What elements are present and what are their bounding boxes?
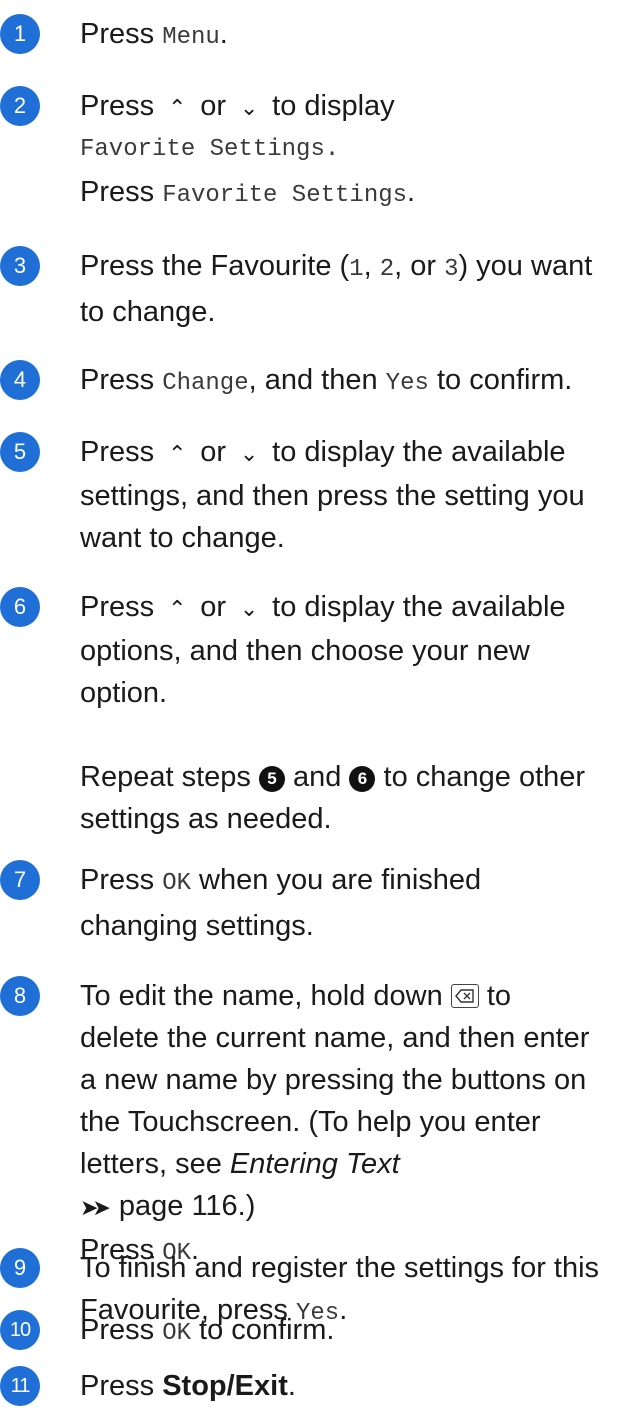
step-text: Press Menu. [80, 18, 228, 51]
step-number: 2 [0, 86, 40, 126]
step-number: 5 [0, 432, 40, 472]
chevron-down-icon: ⌄ [239, 596, 259, 621]
step-text: Press Stop/Exit. [80, 1370, 296, 1402]
step-number: 7 [0, 860, 40, 900]
step-number: 8 [0, 976, 40, 1016]
step-text: Press OK when you are finished changing … [80, 864, 482, 942]
chevron-up-icon: ⌃ [167, 441, 187, 466]
chevron-up-icon: ⌃ [167, 596, 187, 621]
step-number: 9 [0, 1248, 40, 1288]
step-text: Press OK to confirm. [80, 1314, 335, 1347]
step-ref-icon: 6 [349, 766, 376, 792]
step-text: To edit the name, hold down to delete th… [80, 980, 590, 1267]
step-ref-icon: 5 [258, 766, 285, 792]
step-text: Press ⌃ or ⌄ to display the available op… [80, 586, 620, 840]
step-number: 4 [0, 360, 40, 400]
step-number: 1 [0, 14, 40, 54]
chevron-down-icon: ⌄ [239, 95, 259, 120]
chevron-up-icon: ⌃ [167, 95, 187, 120]
step-text: Press ⌃ or ⌄ to display Favorite Setting… [80, 85, 620, 217]
step-number: 3 [0, 246, 40, 286]
chevron-down-icon: ⌄ [239, 441, 259, 466]
double-arrow-icon: ➤➤ [80, 1195, 111, 1220]
step-number: 6 [0, 587, 40, 627]
step-number: 11 [0, 1366, 40, 1406]
step-text: Press Change, and then Yes to confirm. [80, 364, 573, 397]
backspace-key-icon [450, 984, 479, 1008]
step-text: Press the Favourite (1, 2, or 3) you wan… [80, 250, 593, 328]
step-text: Press ⌃ or ⌄ to display the available se… [80, 431, 620, 559]
step-number: 10 [0, 1310, 40, 1350]
